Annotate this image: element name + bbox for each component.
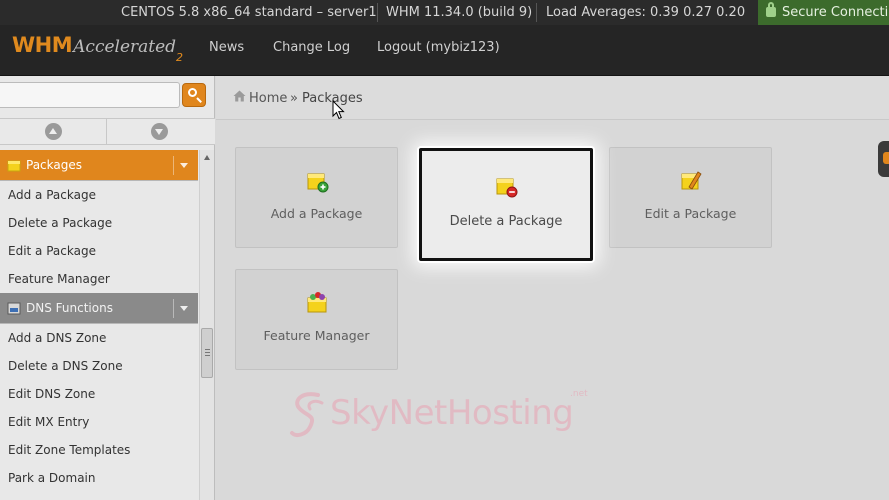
tile-feature-manager[interactable]: Feature Manager <box>235 269 398 370</box>
sidebar-item-park-domain[interactable]: Park a Domain <box>0 464 198 492</box>
sidebar-item-delete-package[interactable]: Delete a Package <box>0 209 198 237</box>
arrow-down-icon <box>151 123 168 140</box>
side-panel-toggle[interactable] <box>878 141 889 177</box>
sidebar-item-feature-manager[interactable]: Feature Manager <box>0 265 198 293</box>
server-status-bar: CENTOS 5.8 x86_64 standard – server1 WHM… <box>0 0 889 25</box>
sidebar-menu: Packages Add a Package Delete a Package … <box>0 150 198 492</box>
chevron-down-icon <box>180 163 188 168</box>
secure-connection-badge: Secure Connecti <box>758 0 889 25</box>
search-button[interactable] <box>182 83 206 107</box>
watermark-logo-icon <box>290 392 324 437</box>
home-icon <box>233 90 246 102</box>
sidebar: Packages Add a Package Delete a Package … <box>0 76 215 500</box>
package-delete-icon <box>496 178 518 198</box>
logo-whm: WHM <box>12 33 73 57</box>
tile-label: Delete a Package <box>449 214 563 229</box>
package-icon <box>7 160 21 172</box>
load-averages: Load Averages: 0.39 0.27 0.20 <box>546 5 746 20</box>
mouse-cursor-icon <box>332 100 345 120</box>
status-divider <box>536 3 537 22</box>
sidebar-item-delete-dns-zone[interactable]: Delete a DNS Zone <box>0 352 198 380</box>
breadcrumb-home-link[interactable]: Home <box>249 91 287 106</box>
sidebar-item-edit-zone-templates[interactable]: Edit Zone Templates <box>0 436 198 464</box>
watermark-text: SkyNetHosting <box>330 393 574 433</box>
status-divider <box>377 3 378 22</box>
sidebar-item-edit-package[interactable]: Edit a Package <box>0 237 198 265</box>
nav-logout-link[interactable]: Logout (mybiz123) <box>377 40 500 55</box>
top-navigation: WHMAccelerated 2 News Change Log Logout … <box>0 25 889 76</box>
lock-icon <box>766 2 776 17</box>
tile-label: Edit a Package <box>644 206 737 221</box>
tile-label: Feature Manager <box>263 328 370 343</box>
tile-delete-package[interactable]: Delete a Package <box>419 148 593 261</box>
menu-scroll-controls <box>0 118 215 145</box>
scroll-up-arrow-icon[interactable] <box>204 155 210 160</box>
nav-changelog-link[interactable]: Change Log <box>273 40 350 55</box>
sidebar-section-label: DNS Functions <box>26 301 113 315</box>
sidebar-section-packages[interactable]: Packages <box>0 150 198 181</box>
sidebar-item-add-dns-zone[interactable]: Add a DNS Zone <box>0 324 198 352</box>
sidebar-section-dns-functions[interactable]: DNS Functions <box>0 293 198 324</box>
scroll-down-button[interactable] <box>106 119 213 144</box>
dns-icon <box>7 302 21 315</box>
sidebar-section-label: Packages <box>26 158 82 172</box>
scroll-up-button[interactable] <box>0 119 107 144</box>
tile-add-package[interactable]: Add a Package <box>235 147 398 248</box>
secure-connection-label: Secure Connecti <box>782 5 889 20</box>
chevron-down-icon <box>180 306 188 311</box>
nav-news-link[interactable]: News <box>209 40 244 55</box>
logo-accelerated: Accelerated <box>73 37 177 57</box>
feature-manager-icon <box>307 292 326 313</box>
skynethosting-watermark: SkyNetHosting .net <box>288 385 608 445</box>
sidebar-item-edit-mx-entry[interactable]: Edit MX Entry <box>0 408 198 436</box>
arrow-up-icon <box>45 123 62 140</box>
tile-edit-package[interactable]: Edit a Package <box>609 147 772 248</box>
breadcrumb: Home » Packages <box>216 76 889 120</box>
whm-version: WHM 11.34.0 (build 9) <box>386 5 533 20</box>
package-add-icon <box>307 173 328 193</box>
server-info: CENTOS 5.8 x86_64 standard – server1 <box>121 5 377 20</box>
scrollbar-thumb[interactable] <box>201 328 213 378</box>
logo-version-suffix: 2 <box>176 51 183 64</box>
whm-window: CENTOS 5.8 x86_64 standard – server1 WHM… <box>0 0 889 500</box>
breadcrumb-separator: » <box>290 91 298 106</box>
watermark-suffix: .net <box>570 389 588 399</box>
sidebar-scrollbar[interactable] <box>199 150 214 500</box>
whm-logo[interactable]: WHMAccelerated 2 <box>12 33 183 67</box>
sidebar-item-add-package[interactable]: Add a Package <box>0 181 198 209</box>
package-edit-icon <box>681 171 702 190</box>
tile-label: Add a Package <box>270 206 363 221</box>
sidebar-item-edit-dns-zone[interactable]: Edit DNS Zone <box>0 380 198 408</box>
sidebar-search-input[interactable] <box>0 82 180 108</box>
